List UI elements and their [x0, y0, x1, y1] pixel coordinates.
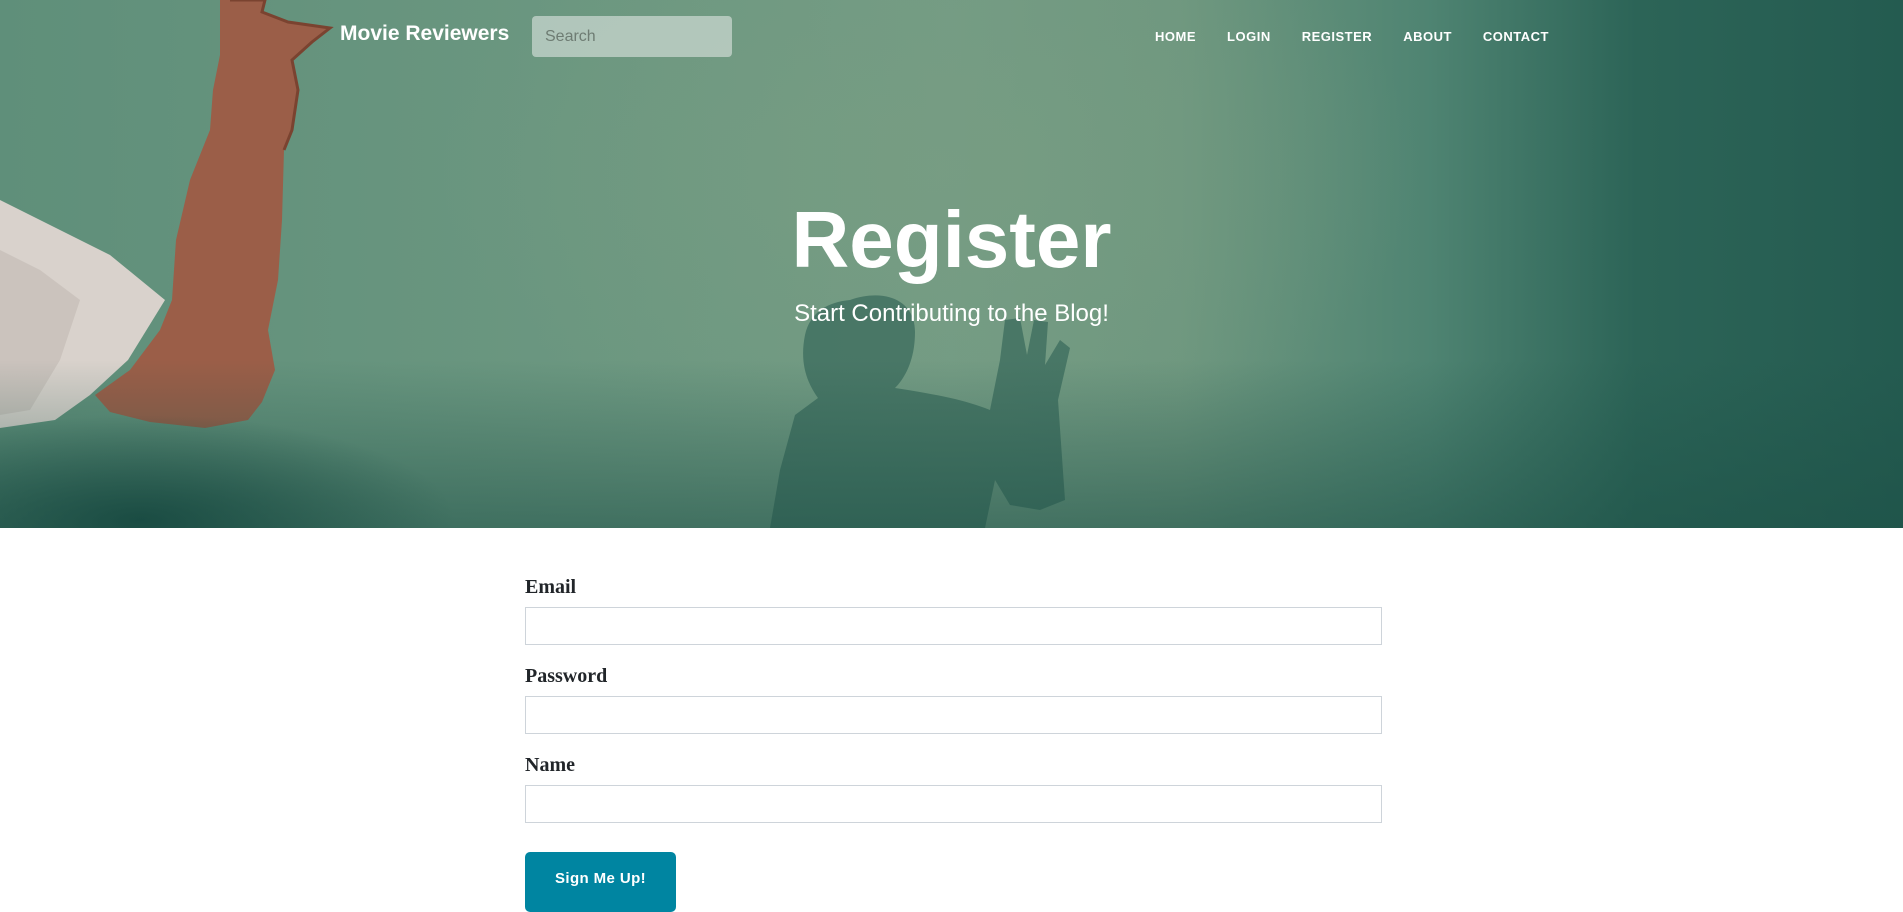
nav-item-home: HOME [1155, 28, 1196, 46]
name-field-group: Name [525, 754, 1382, 823]
search-input[interactable] [532, 16, 732, 57]
email-field-group: Email [525, 576, 1382, 645]
page-title: Register [791, 195, 1112, 284]
email-label: Email [525, 576, 577, 598]
page-header-hero: Movie Reviewers HOME LOGIN REGISTER ABOU… [0, 0, 1903, 528]
nav-links: HOME LOGIN REGISTER ABOUT CONTACT [1155, 28, 1549, 46]
nav-link-login[interactable]: LOGIN [1227, 29, 1271, 44]
top-navbar: Movie Reviewers HOME LOGIN REGISTER ABOU… [0, 0, 1903, 74]
nav-link-register[interactable]: REGISTER [1302, 29, 1372, 44]
nav-item-about: ABOUT [1403, 28, 1452, 46]
name-input[interactable] [525, 785, 1382, 823]
register-form: Email Password Name [525, 576, 1382, 843]
nav-link-about[interactable]: ABOUT [1403, 29, 1452, 44]
nav-item-login: LOGIN [1227, 28, 1271, 46]
page-subtitle: Start Contributing to the Blog! [794, 300, 1109, 327]
password-input[interactable] [525, 696, 1382, 734]
nav-item-register: REGISTER [1302, 28, 1372, 46]
name-label: Name [525, 754, 575, 776]
sign-up-button[interactable]: Sign Me Up! [525, 852, 676, 912]
password-label: Password [525, 665, 608, 687]
password-field-group: Password [525, 665, 1382, 734]
brand-logo-link[interactable]: Movie Reviewers [340, 22, 509, 46]
nav-link-home[interactable]: HOME [1155, 29, 1196, 44]
nav-item-contact: CONTACT [1483, 28, 1549, 46]
email-input[interactable] [525, 607, 1382, 645]
nav-link-contact[interactable]: CONTACT [1483, 29, 1549, 44]
